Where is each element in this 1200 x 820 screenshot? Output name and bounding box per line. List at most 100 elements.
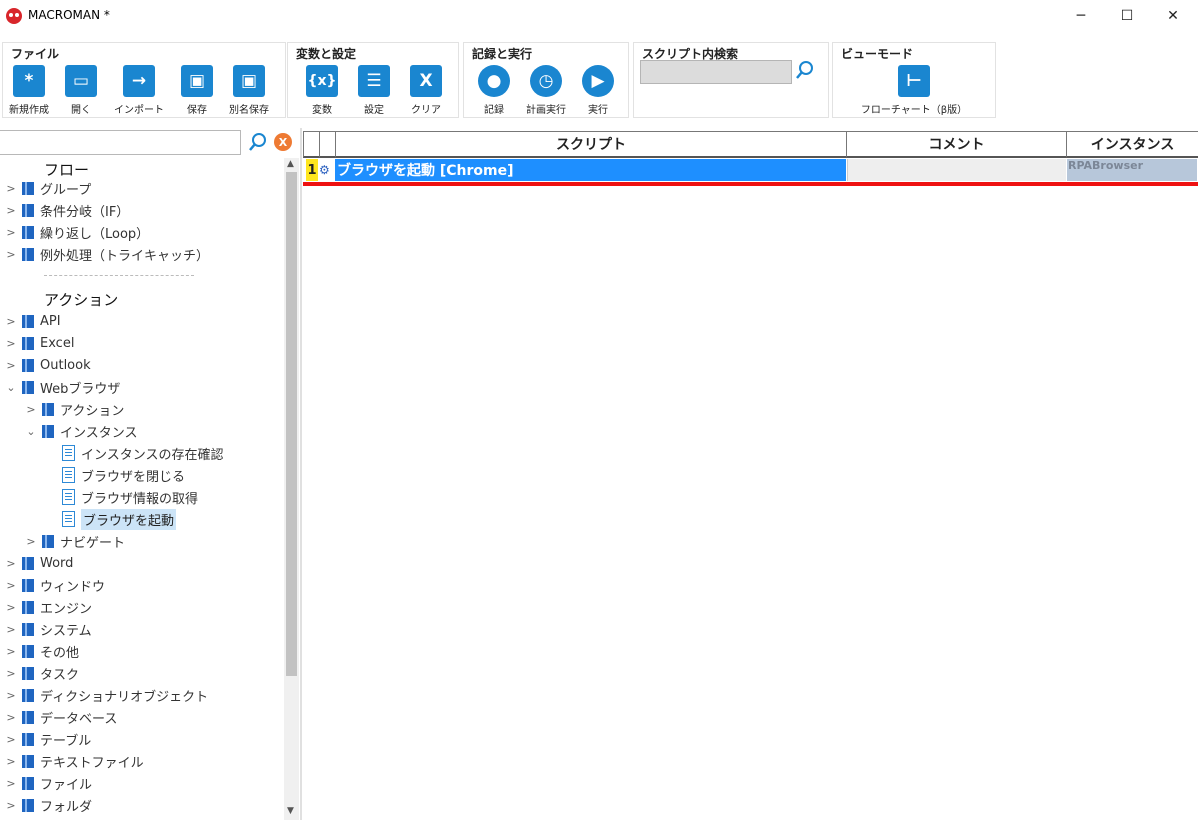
chevron-right-icon[interactable]: > xyxy=(4,557,18,570)
window-title: MACROMAN * xyxy=(28,8,110,22)
tree-item-label: グループ xyxy=(40,182,92,198)
tree-item-group[interactable]: > グループ xyxy=(4,177,91,199)
chevron-right-icon[interactable]: > xyxy=(4,337,18,350)
tree-item-label: インスタンス xyxy=(60,425,138,441)
tree-item-loop[interactable]: > 繰り返し（Loop） xyxy=(4,221,149,243)
tree-item-database[interactable]: > データベース xyxy=(4,706,117,728)
flowchart-icon: ⊢ xyxy=(898,65,930,97)
panel-splitter[interactable] xyxy=(300,128,302,820)
scroll-down-icon[interactable]: ▼ xyxy=(287,806,294,816)
tree-item-label: タスク xyxy=(40,667,80,683)
chevron-down-icon[interactable]: ⌄ xyxy=(4,381,18,394)
chevron-right-icon[interactable]: > xyxy=(4,755,18,768)
tree-leaf-browser-info[interactable]: ブラウザ情報の取得 xyxy=(62,486,198,508)
chevron-down-icon[interactable]: ⌄ xyxy=(24,425,38,438)
script-search-input[interactable] xyxy=(640,60,792,84)
tree-item-word[interactable]: > Word xyxy=(4,552,73,574)
minimize-button[interactable]: ─ xyxy=(1058,0,1104,32)
chevron-right-icon[interactable]: > xyxy=(4,667,18,680)
tree-item-folder[interactable]: > フォルダ xyxy=(4,794,92,816)
tree-leaf-close-browser[interactable]: ブラウザを閉じる xyxy=(62,464,185,486)
book-icon xyxy=(22,203,34,217)
chevron-right-icon[interactable]: > xyxy=(4,226,18,239)
tree-item-dictionary[interactable]: > ディクショナリオブジェクト xyxy=(4,684,208,706)
column-header-instance[interactable]: インスタンス xyxy=(1066,131,1198,158)
tree-item-window[interactable]: > ウィンドウ xyxy=(4,574,105,596)
tree-item-text-file[interactable]: > テキストファイル xyxy=(4,750,144,772)
tree-item-excel[interactable]: > Excel xyxy=(4,332,74,354)
error-indicator-line xyxy=(303,182,1198,186)
tree-item-if[interactable]: > 条件分岐（IF） xyxy=(4,199,129,221)
tree-item-label: Word xyxy=(40,555,74,571)
chevron-right-icon[interactable]: > xyxy=(4,777,18,790)
clear-search-icon[interactable]: X xyxy=(274,133,292,151)
flowchart-button[interactable]: ⊢ フローチャート（β版） xyxy=(861,63,967,116)
tree-item-system[interactable]: > システム xyxy=(4,618,92,640)
tree-item-label: テキストファイル xyxy=(40,755,144,771)
maximize-button[interactable]: ☐ xyxy=(1104,0,1150,32)
book-icon xyxy=(22,622,34,636)
scroll-up-icon[interactable]: ▲ xyxy=(287,159,294,169)
chevron-right-icon[interactable]: > xyxy=(4,579,18,592)
column-header-num xyxy=(303,131,319,158)
script-cell[interactable]: ブラウザを起動 [Chrome] xyxy=(335,159,846,181)
tree-scrollbar[interactable]: ▲ ▼ xyxy=(284,158,299,820)
chevron-right-icon[interactable]: > xyxy=(4,799,18,812)
tree-leaf-launch-browser[interactable]: ブラウザを起動 xyxy=(62,508,177,530)
ribbon-group-file: ファイル * 新規作成 ▭ 開く → インポート ▣ 保存 ▣ 別名保存 xyxy=(2,42,286,118)
tree-item-table[interactable]: > テーブル xyxy=(4,728,91,750)
chevron-right-icon[interactable]: > xyxy=(4,689,18,702)
book-icon xyxy=(42,534,54,548)
search-icon[interactable] xyxy=(247,131,269,153)
save-as-button[interactable]: ▣ 別名保存 xyxy=(229,63,269,116)
tree-item-label: インスタンスの存在確認 xyxy=(81,447,224,463)
tree-item-try-catch[interactable]: > 例外処理（トライキャッチ） xyxy=(4,243,209,265)
column-header-comment[interactable]: コメント xyxy=(846,131,1066,158)
book-icon xyxy=(22,600,34,614)
tree-item-navigate[interactable]: > ナビゲート xyxy=(24,530,125,552)
chevron-right-icon[interactable]: > xyxy=(24,403,38,416)
tree-item-engine[interactable]: > エンジン xyxy=(4,596,92,618)
chevron-right-icon[interactable]: > xyxy=(4,359,18,372)
chevron-right-icon[interactable]: > xyxy=(4,248,18,261)
chevron-right-icon[interactable]: > xyxy=(24,535,38,548)
column-header-script[interactable]: スクリプト xyxy=(335,131,846,158)
close-button[interactable]: ✕ xyxy=(1150,0,1196,32)
instance-cell[interactable]: RPABrowser xyxy=(1067,159,1197,181)
tree-leaf-instance-exists[interactable]: インスタンスの存在確認 xyxy=(62,442,223,464)
tree-item-browser-instance[interactable]: ⌄ インスタンス xyxy=(24,420,137,442)
chevron-right-icon[interactable]: > xyxy=(4,601,18,614)
chevron-right-icon[interactable]: > xyxy=(4,623,18,636)
tree-item-task[interactable]: > タスク xyxy=(4,662,79,684)
run-button[interactable]: ▶ 実行 xyxy=(578,63,618,116)
tree-item-label: 繰り返し（Loop） xyxy=(40,226,150,242)
book-icon xyxy=(22,556,34,570)
chevron-right-icon[interactable]: > xyxy=(4,204,18,217)
chevron-right-icon[interactable]: > xyxy=(4,645,18,658)
book-icon xyxy=(22,181,34,195)
clear-button[interactable]: X クリア xyxy=(406,63,446,116)
tree-item-label: API xyxy=(40,313,61,329)
open-button[interactable]: ▭ 開く xyxy=(61,63,101,116)
chevron-right-icon[interactable]: > xyxy=(4,711,18,724)
action-search-input[interactable] xyxy=(0,130,241,155)
comment-cell[interactable] xyxy=(847,159,1066,181)
tree-item-browser-action[interactable]: > アクション xyxy=(24,398,124,420)
variable-icon: {x} xyxy=(306,65,338,97)
scrollbar-thumb[interactable] xyxy=(286,172,297,676)
tree-item-label: システム xyxy=(40,623,92,639)
search-icon[interactable] xyxy=(794,59,816,81)
document-icon xyxy=(62,467,75,483)
tree-item-other[interactable]: > その他 xyxy=(4,640,79,662)
chevron-right-icon[interactable]: > xyxy=(4,182,18,195)
book-icon xyxy=(22,358,34,372)
tree-item-label: ディクショナリオブジェクト xyxy=(40,689,209,705)
chevron-right-icon[interactable]: > xyxy=(4,733,18,746)
tree-item-api[interactable]: > API xyxy=(4,310,61,332)
book-icon xyxy=(42,424,54,438)
chevron-right-icon[interactable]: > xyxy=(4,315,18,328)
tree-item-web-browser[interactable]: ⌄ Webブラウザ xyxy=(4,376,120,398)
tree-item-outlook[interactable]: > Outlook xyxy=(4,354,90,376)
tree-item-file[interactable]: > ファイル xyxy=(4,772,92,794)
import-button[interactable]: → インポート xyxy=(114,63,164,116)
